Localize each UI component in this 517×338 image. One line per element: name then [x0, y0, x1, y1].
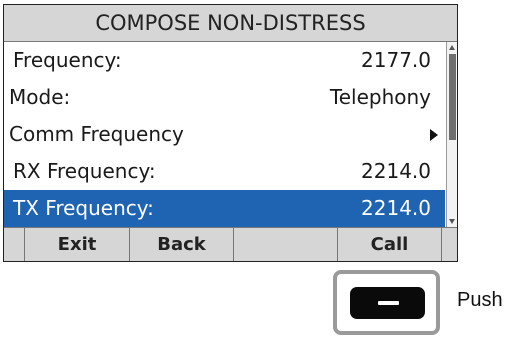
menu-item-label: TX Frequency: [13, 196, 154, 220]
softkey-blank[interactable] [233, 228, 337, 261]
menu-item-mode[interactable]: Mode: Telephony [4, 79, 445, 116]
menu-item-label: Frequency: [13, 48, 122, 72]
menu-item-label: Mode: [9, 85, 71, 109]
menu-item-label: RX Frequency: [13, 159, 156, 183]
push-label: Push [457, 289, 503, 311]
scrollbar[interactable] [446, 42, 457, 227]
softkey-back[interactable]: Back [129, 228, 233, 261]
softkey-bar: Exit Back Call [4, 227, 457, 261]
menu-item-value: 2177.0 [361, 48, 431, 72]
hardware-softkey-button[interactable] [350, 287, 425, 319]
menu-item-value: 2214.0 [361, 196, 431, 220]
menu-item-label: Comm Frequency [9, 122, 184, 146]
scroll-thumb[interactable] [449, 54, 456, 140]
chevron-right-icon [430, 129, 438, 141]
menu-item-tx-frequency[interactable]: TX Frequency: 2214.0 [4, 190, 445, 227]
menu-item-comm-frequency[interactable]: Comm Frequency [4, 116, 445, 153]
menu-item-value: Telephony [329, 85, 431, 109]
scroll-down-icon [449, 219, 455, 224]
radio-screen: COMPOSE NON-DISTRESS Frequency: 2177.0 M… [3, 4, 458, 262]
minus-icon [378, 301, 399, 305]
screen-title: COMPOSE NON-DISTRESS [4, 5, 457, 42]
softkey-call[interactable]: Call [337, 228, 441, 261]
softkey-spacer [441, 228, 457, 261]
softkey-exit[interactable]: Exit [24, 228, 129, 261]
menu-item-frequency[interactable]: Frequency: 2177.0 [4, 42, 445, 79]
softkey-spacer [4, 228, 24, 261]
scroll-up-icon [449, 45, 455, 50]
menu-item-value: 2214.0 [361, 159, 431, 183]
menu-item-rx-frequency[interactable]: RX Frequency: 2214.0 [4, 153, 445, 190]
hardware-key-highlight [333, 270, 440, 335]
